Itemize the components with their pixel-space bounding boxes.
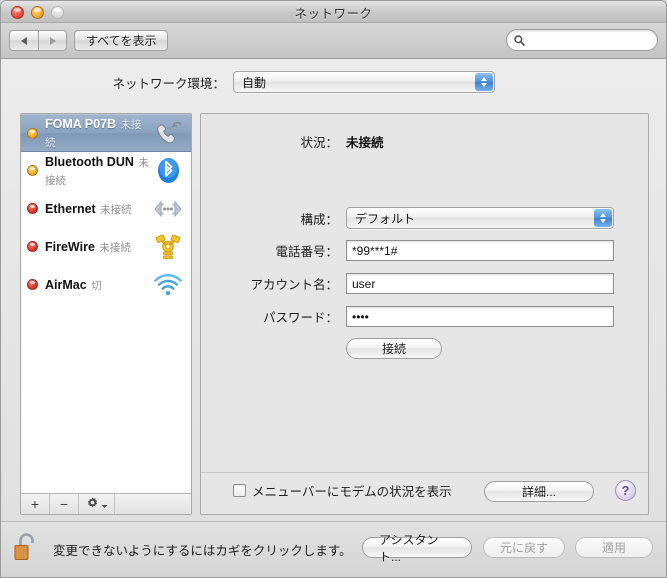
configuration-label: 構成： <box>300 212 338 227</box>
status-dot <box>27 279 38 290</box>
firewire-icon <box>151 233 185 261</box>
service-name: AirMac <box>45 277 87 292</box>
location-value: 自動 <box>242 75 267 90</box>
search-field[interactable] <box>506 29 658 51</box>
service-row-bluetooth-dun[interactable]: Bluetooth DUN 未接続 <box>21 152 191 190</box>
service-name: FireWire <box>45 239 95 254</box>
connect-row: 接続 <box>346 338 442 359</box>
password-input[interactable]: •••• <box>346 306 614 327</box>
toolbar: すべてを表示 <box>1 23 666 59</box>
bluetooth-icon <box>151 157 185 184</box>
search-input[interactable] <box>529 31 647 49</box>
assistant-button[interactable]: アシスタント... <box>362 533 472 564</box>
chevron-updown-icon <box>475 73 493 91</box>
account-name-row: アカウント名： user <box>201 273 614 294</box>
title-bar: ネットワーク <box>1 1 666 23</box>
service-row-firewire[interactable]: FireWire 未接続 <box>21 228 191 266</box>
window-title: ネットワーク <box>294 7 373 21</box>
service-list-footer: + − <box>21 493 191 514</box>
checkbox-box <box>233 484 246 497</box>
wifi-icon <box>151 273 185 296</box>
configuration-popup-button[interactable]: デフォルト <box>346 207 614 229</box>
help-button[interactable]: ? <box>615 480 636 501</box>
phone-number-input[interactable]: *99***1# <box>346 240 614 261</box>
status-row: 状況： 未接続 <box>201 132 384 151</box>
chevron-down-icon <box>101 496 108 512</box>
show-all-button[interactable]: すべてを表示 <box>74 30 169 51</box>
password-row: パスワード： •••• <box>201 306 614 327</box>
show-modem-status-label: メニューバーにモデムの状況を表示 <box>252 485 452 499</box>
connect-button[interactable]: 接続 <box>346 338 442 359</box>
phone-number-label: 電話番号： <box>275 245 338 259</box>
show-modem-status-checkbox[interactable]: メニューバーにモデムの状況を表示 <box>233 481 452 500</box>
search-icon <box>514 34 525 46</box>
service-name: Ethernet <box>45 201 96 216</box>
status-dot <box>27 203 38 214</box>
location-popup-button[interactable]: 自動 <box>233 71 495 93</box>
status-label: 状況： <box>300 136 338 150</box>
remove-service-button[interactable]: − <box>50 494 79 514</box>
service-row-ethernet[interactable]: Ethernet 未接続 <box>21 190 191 228</box>
service-detail-panel: 状況： 未接続 構成： デフォルト 電話番号： *99***1# アカウント名：… <box>200 113 649 515</box>
service-actions-button[interactable] <box>79 494 115 514</box>
location-label: ネットワーク環境： <box>112 76 225 91</box>
service-list: FOMA P07B 未接続 Bluetooth DUN 未接続 Ethernet… <box>21 114 191 304</box>
status-value: 未接続 <box>346 136 384 150</box>
phone-number-row: 電話番号： *99***1# <box>201 240 614 261</box>
password-label: パスワード： <box>262 311 338 325</box>
unlocked-padlock-icon[interactable] <box>13 531 39 568</box>
service-name: Bluetooth DUN <box>45 154 134 169</box>
panel-footer: メニューバーにモデムの状況を表示 詳細... ? <box>201 472 648 514</box>
status-dot <box>27 127 38 139</box>
service-row-airmac[interactable]: AirMac 切 <box>21 266 191 304</box>
ethernet-icon <box>151 200 185 218</box>
back-button[interactable] <box>9 30 38 51</box>
location-row: ネットワーク環境： 自動 <box>1 71 666 93</box>
content-area: ネットワーク環境： 自動 FOMA P07B 未接続 Bluetooth DUN… <box>1 59 666 521</box>
status-dot <box>27 165 38 176</box>
service-row-foma[interactable]: FOMA P07B 未接続 <box>21 114 191 152</box>
bottom-bar: 変更できないようにするにはカギをクリックします。 アシスタント... 元に戻す … <box>1 521 666 577</box>
network-preferences-window: ネットワーク すべてを表示 ネットワーク環境： 自動 FOMA P07B 未接続… <box>0 0 667 578</box>
account-name-input[interactable]: user <box>346 273 614 294</box>
add-service-button[interactable]: + <box>21 494 50 514</box>
configuration-value: デフォルト <box>355 211 416 226</box>
service-name: FOMA P07B <box>45 117 117 131</box>
chevron-updown-icon <box>594 209 612 227</box>
triangle-right-icon <box>49 36 56 45</box>
revert-button: 元に戻す <box>483 537 565 558</box>
service-status: 未接続 <box>100 203 132 216</box>
triangle-left-icon <box>21 36 27 45</box>
advanced-button[interactable]: 詳細... <box>484 481 594 502</box>
lock-description: 変更できないようにするにはカギをクリックします。 <box>53 544 352 558</box>
forward-button[interactable] <box>38 30 67 51</box>
service-status: 切 <box>91 279 102 292</box>
modem-phone-icon <box>151 120 185 146</box>
service-list-panel: FOMA P07B 未接続 Bluetooth DUN 未接続 Ethernet… <box>20 113 192 515</box>
gear-icon <box>86 496 99 512</box>
service-status: 未接続 <box>99 241 131 254</box>
configuration-row: 構成： デフォルト <box>201 207 614 229</box>
account-name-label: アカウント名： <box>250 278 338 292</box>
apply-button: 適用 <box>575 537 653 558</box>
status-dot <box>27 241 38 252</box>
